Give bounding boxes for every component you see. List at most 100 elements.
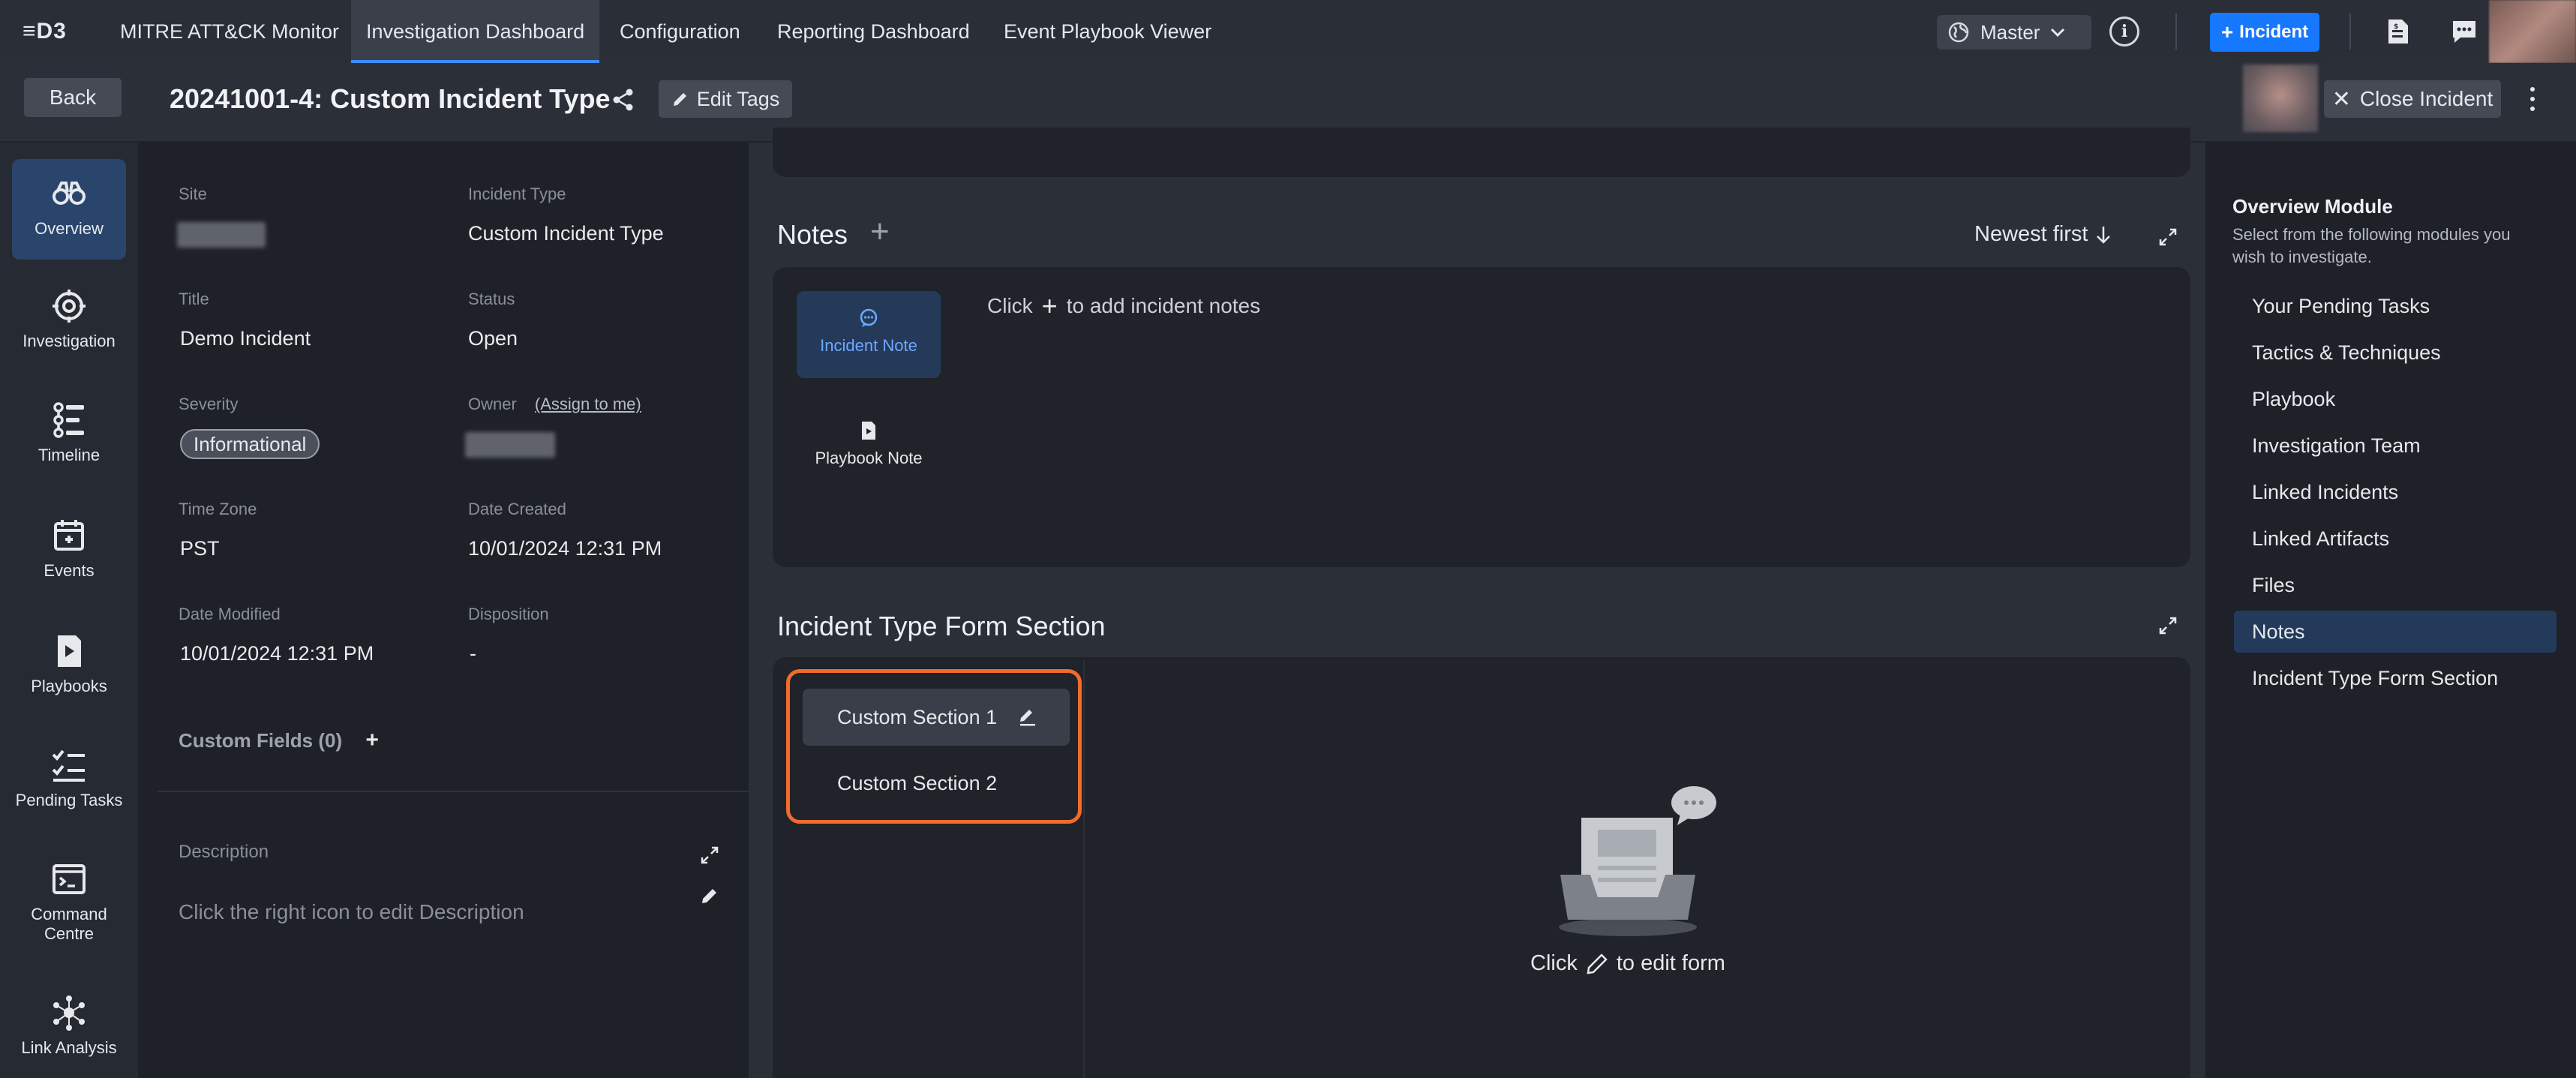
rail-label: Playbooks bbox=[31, 677, 107, 695]
rail-item-overview[interactable]: Overview bbox=[12, 159, 126, 260]
close-incident-button[interactable]: ✕ Close Incident bbox=[2324, 80, 2501, 118]
add-custom-field-button[interactable]: + bbox=[365, 728, 379, 752]
workspace-name: Master bbox=[1980, 20, 2040, 44]
share-icon[interactable] bbox=[611, 87, 636, 113]
nav-reporting-dashboard[interactable]: Reporting Dashboard bbox=[762, 0, 985, 63]
assign-to-me-link[interactable]: (Assign to me) bbox=[535, 395, 641, 413]
site-value-redacted bbox=[177, 222, 266, 248]
rail-label: Investigation bbox=[23, 332, 116, 350]
module-linked-artifacts[interactable]: Linked Artifacts bbox=[2234, 518, 2556, 560]
playbook-note-icon bbox=[862, 422, 875, 440]
back-button[interactable]: Back bbox=[24, 78, 122, 117]
new-incident-button[interactable]: + Incident bbox=[2210, 13, 2319, 52]
module-investigation-team[interactable]: Investigation Team bbox=[2234, 425, 2556, 467]
info-icon[interactable]: i bbox=[2109, 17, 2139, 47]
notes-hint-pre: Click bbox=[987, 294, 1033, 317]
pencil-icon[interactable] bbox=[1018, 707, 1037, 727]
expand-form-icon[interactable] bbox=[2157, 615, 2178, 636]
add-note-icon[interactable]: + bbox=[870, 213, 890, 251]
nav-event-playbook-viewer[interactable]: Event Playbook Viewer bbox=[989, 0, 1226, 63]
description-label: Description bbox=[179, 842, 269, 862]
d3-logo[interactable]: ≡D3 bbox=[23, 17, 67, 47]
date-created-label: Date Created bbox=[468, 500, 566, 518]
pencil-icon[interactable] bbox=[1585, 952, 1609, 976]
playbook-note-tab[interactable]: Playbook Note bbox=[797, 402, 941, 489]
site-label: Site bbox=[179, 185, 207, 203]
rail-item-investigation[interactable]: Investigation bbox=[0, 288, 138, 351]
binoculars-icon bbox=[53, 182, 86, 205]
rail-item-command-centre[interactable]: Command Centre bbox=[0, 861, 138, 944]
workspace-selector[interactable]: Master bbox=[1937, 15, 2091, 50]
owner-avatar[interactable] bbox=[2243, 65, 2318, 132]
plus-icon: + bbox=[2220, 20, 2234, 44]
custom-section-1-label: Custom Section 1 bbox=[837, 705, 998, 728]
more-options-icon[interactable] bbox=[2523, 84, 2541, 114]
nav-divider bbox=[2349, 14, 2351, 50]
timezone-value: PST bbox=[180, 537, 220, 560]
status-value: Open bbox=[468, 327, 518, 350]
description-placeholder[interactable]: Click the right icon to edit Description bbox=[179, 900, 524, 924]
incident-note-label: Incident Note bbox=[820, 336, 917, 355]
svg-text:$: $ bbox=[2394, 23, 2398, 31]
incident-note-tab[interactable]: Incident Note bbox=[797, 291, 941, 378]
rail-item-timeline[interactable]: Timeline bbox=[0, 402, 138, 465]
custom-section-2-label: Custom Section 2 bbox=[837, 771, 998, 794]
empty-inbox-illustration bbox=[1559, 786, 1716, 936]
rail-item-link-analysis[interactable]: Link Analysis bbox=[0, 995, 138, 1058]
module-incident-type-form-section[interactable]: Incident Type Form Section bbox=[2234, 657, 2556, 699]
module-linked-incidents[interactable]: Linked Incidents bbox=[2234, 471, 2556, 513]
new-incident-label: Incident bbox=[2239, 22, 2309, 42]
incident-type-label: Incident Type bbox=[468, 185, 566, 203]
calendar-icon bbox=[54, 520, 84, 551]
rail-label: Events bbox=[44, 561, 95, 580]
rail-item-playbooks[interactable]: Playbooks bbox=[0, 633, 138, 696]
module-notes[interactable]: Notes bbox=[2234, 611, 2556, 653]
chevron-down-icon bbox=[2051, 28, 2065, 38]
notes-card bbox=[773, 267, 2190, 567]
timezone-label: Time Zone bbox=[179, 500, 257, 518]
date-modified-value: 10/01/2024 12:31 PM bbox=[180, 642, 374, 665]
notes-section-title: Notes bbox=[777, 219, 848, 250]
plus-icon[interactable]: + bbox=[1042, 293, 1058, 320]
playbook-icon bbox=[58, 635, 81, 667]
rail-label: Link Analysis bbox=[21, 1038, 117, 1057]
playbook-note-label: Playbook Note bbox=[815, 449, 923, 467]
expand-notes-icon[interactable] bbox=[2157, 227, 2178, 248]
nav-configuration[interactable]: Configuration bbox=[605, 0, 755, 63]
module-your-pending-tasks[interactable]: Your Pending Tasks bbox=[2234, 285, 2556, 327]
close-icon: ✕ bbox=[2331, 86, 2351, 112]
chat-bubble-icon bbox=[860, 308, 878, 327]
custom-section-2-item[interactable]: Custom Section 2 bbox=[803, 755, 1070, 812]
user-avatar[interactable] bbox=[2489, 0, 2576, 63]
nav-divider bbox=[2175, 14, 2177, 50]
rail-item-pending-tasks[interactable]: Pending Tasks bbox=[0, 747, 138, 810]
chat-icon[interactable] bbox=[2450, 18, 2478, 45]
edit-tags-button[interactable]: Edit Tags bbox=[659, 80, 792, 118]
disposition-value: - bbox=[470, 642, 476, 665]
expand-icon[interactable] bbox=[699, 845, 720, 866]
notes-hint-post: to add incident notes bbox=[1066, 294, 1261, 317]
edit-form-hint-post: to edit form bbox=[1616, 951, 1725, 975]
checklist-icon bbox=[52, 749, 85, 782]
document-icon[interactable]: $ bbox=[2387, 18, 2409, 45]
module-tactics-techniques[interactable]: Tactics & Techniques bbox=[2234, 332, 2556, 374]
notes-sort-select[interactable]: Newest first bbox=[1974, 222, 2112, 247]
edit-form-hint: Click to edit form bbox=[1530, 951, 1725, 976]
title-value: Demo Incident bbox=[180, 327, 311, 350]
edit-tags-label: Edit Tags bbox=[696, 87, 780, 110]
section-divider bbox=[158, 791, 749, 792]
module-files[interactable]: Files bbox=[2234, 564, 2556, 606]
rail-label: Overview bbox=[35, 219, 104, 238]
custom-fields-header: Custom Fields (0) + bbox=[179, 728, 379, 753]
edit-description-icon[interactable] bbox=[699, 885, 720, 906]
notes-empty-hint: Click + to add incident notes bbox=[987, 293, 1261, 320]
module-playbook[interactable]: Playbook bbox=[2234, 378, 2556, 420]
rail-item-events[interactable]: Events bbox=[0, 518, 138, 581]
nav-investigation-dashboard[interactable]: Investigation Dashboard bbox=[351, 0, 600, 63]
form-list-divider bbox=[1083, 660, 1085, 1078]
nav-mitre-attack-monitor[interactable]: MITRE ATT&CK Monitor bbox=[105, 0, 354, 63]
close-incident-label: Close Incident bbox=[2359, 87, 2493, 110]
custom-fields-label: Custom Fields (0) bbox=[179, 729, 343, 752]
title-label: Title bbox=[179, 290, 209, 308]
custom-section-1-item[interactable]: Custom Section 1 bbox=[803, 689, 1070, 746]
